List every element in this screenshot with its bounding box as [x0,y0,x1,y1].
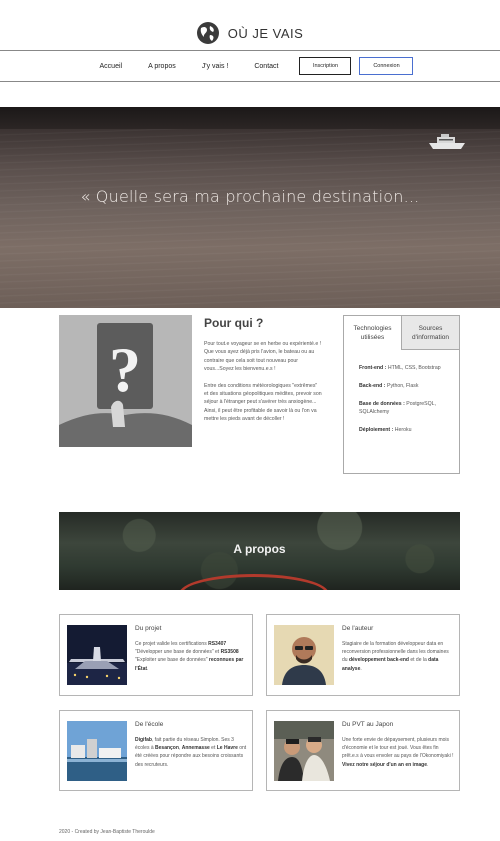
text-bold: Besançon [155,745,179,752]
card-auteur: De l'auteur Stagiaire de la formation dé… [266,614,460,696]
pour-qui-text: Pour tout.e voyageur se en herbe ou expé… [204,340,322,432]
tech-label: Base de données : [359,401,405,407]
connexion-button[interactable]: Connexion [359,57,414,75]
tech-value: Python, Flask [386,383,419,389]
tech-row-back: Back-end : Python, Flask [359,382,444,390]
text-bold[interactable]: Vivez notre séjour d'un an en image [342,762,427,768]
text-run: . [360,665,362,672]
main-nav: Accueil A propos J'y vais ! Contact Insc… [0,50,500,82]
card-pvt: Du PVT au Japon Une forte envie de dépay… [266,710,460,791]
footer: 2020 - Created by Jean-Baptiste Therould… [59,829,155,835]
harbor-image [67,721,127,781]
tab-content: Front-end : HTML, CSS, Bootstrap Back-en… [344,350,459,434]
text-bold: RS3508 [220,649,239,656]
card-projet: Du projet Ce projet valide les certifica… [59,614,253,696]
nav-contact[interactable]: Contact [241,63,291,70]
pour-qui-paragraph-1: Pour tout.e voyageur se en herbe ou expé… [204,341,322,373]
tech-value: HTML, CSS, Bootstrap [387,365,441,371]
card-ecole-title: De l'école [135,721,164,728]
text-run: Ce projet valide les certifications [135,641,209,647]
nav-a-propos[interactable]: A propos [135,63,189,70]
tech-row-deploy: Déploiement : Heroku [359,426,444,434]
text-run: "Développer une base de données" et [135,649,221,656]
tech-value: Heroku [394,427,412,433]
a-propos-title: A propos [233,542,286,556]
text-run: et [209,745,217,752]
text-run: Une forte envie de dépaysement, plusieur… [342,737,454,760]
text-bold: Le Havre [216,745,238,752]
text-bold: Annemasse [181,745,210,752]
text-run: "Exploiter une base de données" [135,657,209,664]
text-run: et de la [408,657,429,664]
hero-banner: « Quelle sera ma prochaine destination..… [0,107,500,308]
brand-name: OÙ JE VAIS [227,25,304,41]
tech-label: Déploiement : [359,427,394,433]
boat-image [429,134,465,149]
card-auteur-title: De l'auteur [342,625,374,632]
tab-row: Technologies utilisées Sources d'informa… [344,316,459,350]
tech-row-front: Front-end : HTML, CSS, Bootstrap [359,364,444,372]
info-tabs: Technologies utilisées Sources d'informa… [343,315,460,474]
text-run: . [427,761,429,768]
card-pvt-text: Une forte envie de dépaysement, plusieur… [342,736,454,769]
text-bold: Digifab [135,737,152,743]
hero-shoreline [0,107,500,129]
pour-qui-title: Pour qui ? [204,316,264,330]
hero-quote: « Quelle sera ma prochaine destination..… [80,187,420,206]
nav-jy-vais[interactable]: J'y vais ! [189,63,242,70]
card-pvt-title: Du PVT au Japon [342,721,394,728]
globe-icon [196,22,219,44]
tab-sources[interactable]: Sources d'information [402,316,459,350]
tab-technologies[interactable]: Technologies utilisées [344,316,402,350]
pour-qui-paragraph-2: Entre des conditions météorologiques "ex… [204,382,322,423]
tech-label: Front-end : [359,365,387,371]
card-projet-text: Ce projet valide les certifications RS34… [135,640,247,673]
question-mark-image: ? [59,315,192,447]
card-ecole-text: Digifab, fait partie du réseau Simplon. … [135,736,247,769]
card-auteur-text: Stagiaire de la formation développeur da… [342,640,454,673]
tech-row-db: Base de données : PostgreSQL, SQLAlchemy [359,400,444,416]
card-ecole: De l'école Digifab, fait partie du résea… [59,710,253,791]
hero-water [0,129,500,308]
nav-accueil[interactable]: Accueil [87,63,136,70]
tech-label: Back-end : [359,383,386,389]
author-photo [274,625,334,685]
text-bold: développement back-end [348,657,409,664]
svg-text:?: ? [109,334,141,405]
japan-people-photo [274,721,334,781]
airplane-image [67,625,127,685]
text-bold: RS3407 [208,641,227,647]
inscription-button[interactable]: Inscription [299,57,352,75]
card-projet-title: Du projet [135,625,162,632]
brand[interactable]: OÙ JE VAIS [0,20,500,46]
text-run: . [147,665,149,672]
a-propos-banner: A propos [59,512,460,590]
